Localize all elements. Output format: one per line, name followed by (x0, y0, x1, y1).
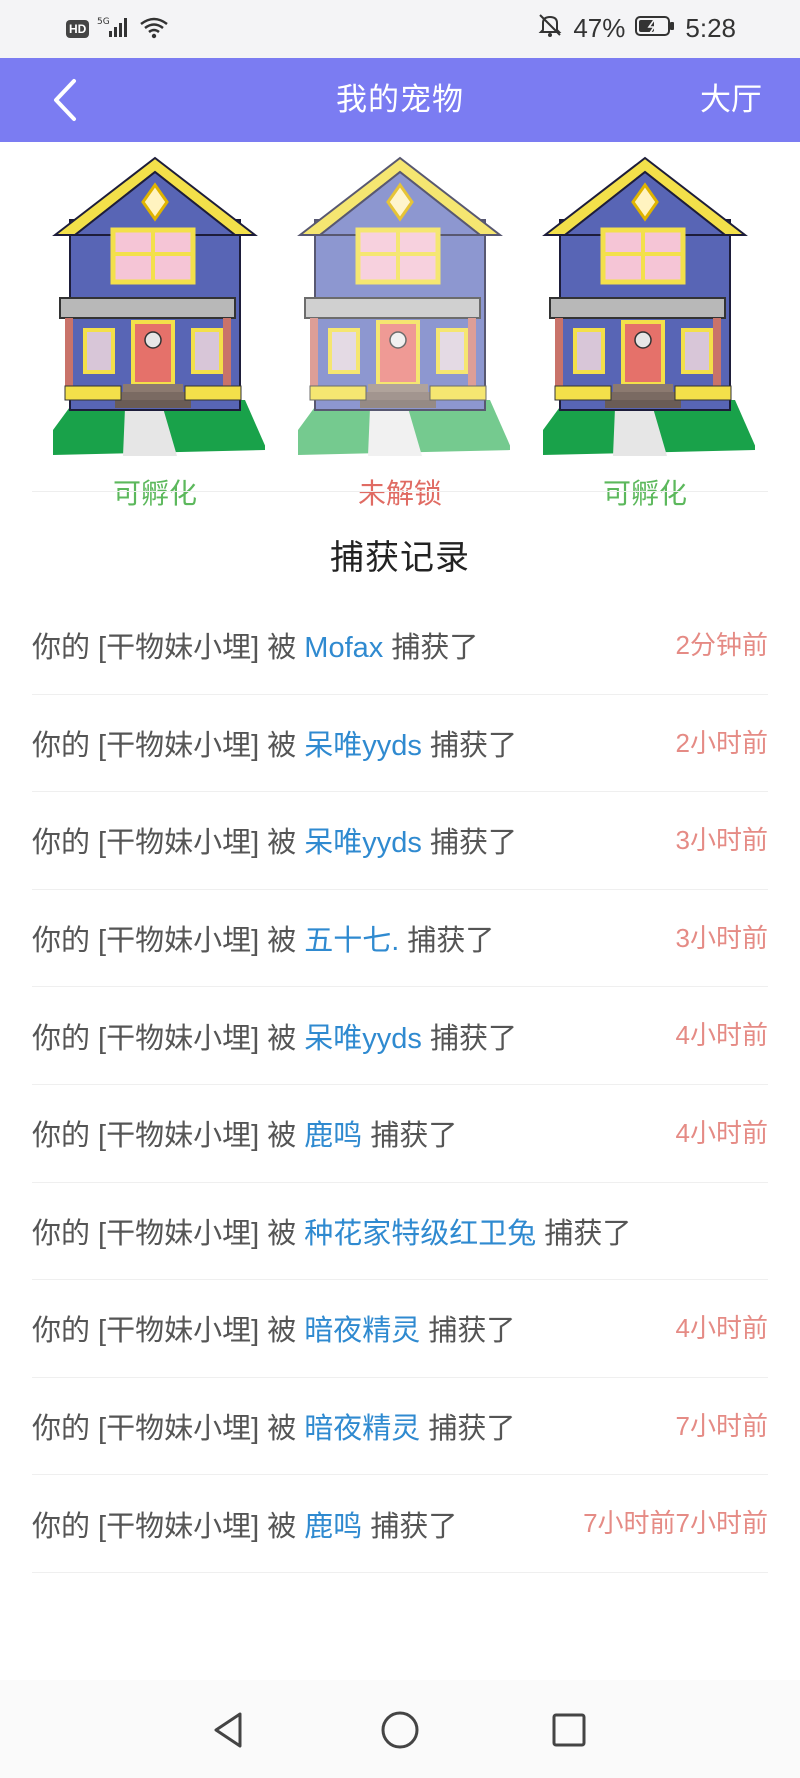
record-time: 3小时前 (675, 825, 768, 856)
status-bar: HD 5G 47% 5:28 (0, 0, 800, 58)
catcher-name[interactable]: 种花家特级红卫兔 (304, 1218, 536, 1250)
record-suffix: 捕获了 (421, 1022, 517, 1055)
record-text: 你的 [干物妹小埋] 被 暗夜精灵 捕获了 (32, 1405, 515, 1447)
wifi-icon (139, 15, 169, 44)
record-time: 3小时前 (675, 922, 768, 953)
record-text: 你的 [干物妹小埋] 被 呆唯yyds 捕获了 (32, 722, 517, 764)
list-item[interactable]: 你的 [干物妹小埋] 被 暗夜精灵 捕获了 7小时前 (32, 1378, 768, 1476)
record-suffix: 捕获了 (421, 827, 517, 860)
app-bar: 我的宠物 大厅 (0, 58, 800, 142)
record-prefix: 你的 [干物妹小埋] 被 (32, 1217, 305, 1250)
record-text: 你的 [干物妹小埋] 被 呆唯yyds 捕获了 (32, 819, 517, 861)
page-title: 我的宠物 (336, 82, 464, 117)
catcher-name[interactable]: 呆唯yyds (304, 1023, 422, 1055)
house-card[interactable]: 可孵化 (45, 150, 265, 520)
record-time: 2分钟前 (675, 630, 768, 660)
house-icon (52, 156, 265, 456)
clock: 5:28 (685, 12, 736, 43)
record-prefix: 你的 [干物妹小埋] 被 (32, 729, 305, 762)
catcher-name[interactable]: 呆唯yyds (304, 827, 422, 859)
list-item[interactable]: 你的 [干物妹小埋] 被 种花家特级红卫兔 捕获了 (32, 1183, 768, 1281)
catcher-name[interactable]: 呆唯yyds (304, 730, 422, 762)
status-left: HD 5G (66, 14, 169, 44)
record-suffix: 捕获了 (362, 1120, 458, 1153)
record-time: 7小时前7小时前 (583, 1508, 768, 1539)
house-icon (297, 156, 510, 456)
house-card[interactable]: 可孵化 (535, 150, 755, 520)
record-text: 你的 [干物妹小埋] 被 呆唯yyds 捕获了 (32, 1015, 517, 1057)
divider (32, 491, 768, 492)
record-time: 2小时前 (675, 727, 768, 758)
record-text: 你的 [干物妹小埋] 被 Mofax 捕获了 (32, 624, 478, 666)
list-item[interactable]: 你的 [干物妹小埋] 被 鹿鸣 捕获了 7小时前7小时前 (32, 1475, 768, 1573)
house-status-label: 未解锁 (357, 478, 442, 509)
record-prefix: 你的 [干物妹小埋] 被 (32, 827, 305, 860)
house-status-label: 可孵化 (112, 478, 197, 509)
list-item[interactable]: 你的 [干物妹小埋] 被 五十七. 捕获了 3小时前 (32, 890, 768, 988)
home-circle-icon (381, 1711, 419, 1749)
nav-recents-button[interactable] (541, 1702, 597, 1758)
list-item[interactable]: 你的 [干物妹小埋] 被 呆唯yyds 捕获了 2小时前 (32, 695, 768, 793)
catcher-name[interactable]: 暗夜精灵 (304, 1315, 420, 1347)
record-text: 你的 [干物妹小埋] 被 鹿鸣 捕获了 (32, 1503, 457, 1545)
record-suffix: 捕获了 (421, 729, 517, 762)
list-item[interactable]: 你的 [干物妹小埋] 被 暗夜精灵 捕获了 4小时前 (32, 1280, 768, 1378)
hd-badge: HD (66, 20, 90, 38)
section-title: 捕获记录 (330, 539, 470, 577)
signal-icon: 5G (97, 15, 131, 44)
record-time: 4小时前 (675, 1313, 768, 1344)
record-prefix: 你的 [干物妹小埋] 被 (32, 1315, 305, 1348)
record-prefix: 你的 [干物妹小埋] 被 (32, 1120, 305, 1153)
capture-records-list: 你的 [干物妹小埋] 被 Mofax 捕获了 2分钟前 你的 [干物妹小埋] 被… (32, 597, 768, 1573)
record-time: 7小时前 (675, 1410, 768, 1441)
catcher-name[interactable]: Mofax (304, 632, 383, 664)
nav-home-button[interactable] (372, 1702, 428, 1758)
status-right: 47% 5:28 (537, 12, 736, 44)
record-prefix: 你的 [干物妹小埋] 被 (32, 1413, 305, 1446)
back-triangle-icon (214, 1712, 242, 1748)
house-icon (542, 156, 755, 456)
system-nav-bar (0, 1680, 800, 1778)
house-status-label: 可孵化 (602, 478, 687, 509)
record-text: 你的 [干物妹小埋] 被 鹿鸣 捕获了 (32, 1112, 457, 1154)
record-suffix: 捕获了 (536, 1217, 632, 1250)
record-prefix: 你的 [干物妹小埋] 被 (32, 925, 305, 958)
hall-button[interactable]: 大厅 (700, 58, 762, 142)
mute-bell-icon (537, 12, 563, 45)
battery-icon (635, 13, 675, 44)
recents-square-icon (552, 1713, 586, 1747)
catcher-name[interactable]: 鹿鸣 (304, 1120, 362, 1152)
network-label: 5G (97, 17, 110, 27)
record-suffix: 捕获了 (420, 1413, 516, 1446)
battery-percent: 47% (573, 12, 626, 43)
pet-page: HD 5G 47% 5:28 我的宠物 大厅 可孵化 未解锁 可孵化 捕获记录 … (0, 0, 800, 1778)
record-text: 你的 [干物妹小埋] 被 种花家特级红卫兔 捕获了 (32, 1210, 631, 1252)
record-text: 你的 [干物妹小埋] 被 五十七. 捕获了 (32, 917, 494, 959)
record-prefix: 你的 [干物妹小埋] 被 (32, 1510, 305, 1543)
record-time: 4小时前 (675, 1117, 768, 1148)
nav-back-button[interactable] (200, 1702, 256, 1758)
house-card[interactable]: 未解锁 (290, 150, 510, 520)
catcher-name[interactable]: 暗夜精灵 (304, 1413, 420, 1445)
record-prefix: 你的 [干物妹小埋] 被 (32, 1022, 305, 1055)
record-suffix: 捕获了 (420, 1315, 516, 1348)
record-text: 你的 [干物妹小埋] 被 暗夜精灵 捕获了 (32, 1307, 515, 1349)
record-time: 4小时前 (675, 1020, 768, 1051)
catcher-name[interactable]: 鹿鸣 (304, 1511, 362, 1543)
record-suffix: 捕获了 (399, 925, 495, 958)
catcher-name[interactable]: 五十七. (304, 925, 399, 957)
list-item[interactable]: 你的 [干物妹小埋] 被 Mofax 捕获了 2分钟前 (32, 597, 768, 695)
list-item[interactable]: 你的 [干物妹小埋] 被 呆唯yyds 捕获了 3小时前 (32, 792, 768, 890)
list-item[interactable]: 你的 [干物妹小埋] 被 呆唯yyds 捕获了 4小时前 (32, 987, 768, 1085)
pet-houses: 可孵化 未解锁 可孵化 (0, 150, 800, 520)
record-suffix: 捕获了 (383, 632, 479, 665)
record-prefix: 你的 [干物妹小埋] 被 (32, 632, 305, 665)
list-item[interactable]: 你的 [干物妹小埋] 被 鹿鸣 捕获了 4小时前 (32, 1085, 768, 1183)
record-suffix: 捕获了 (362, 1510, 458, 1543)
